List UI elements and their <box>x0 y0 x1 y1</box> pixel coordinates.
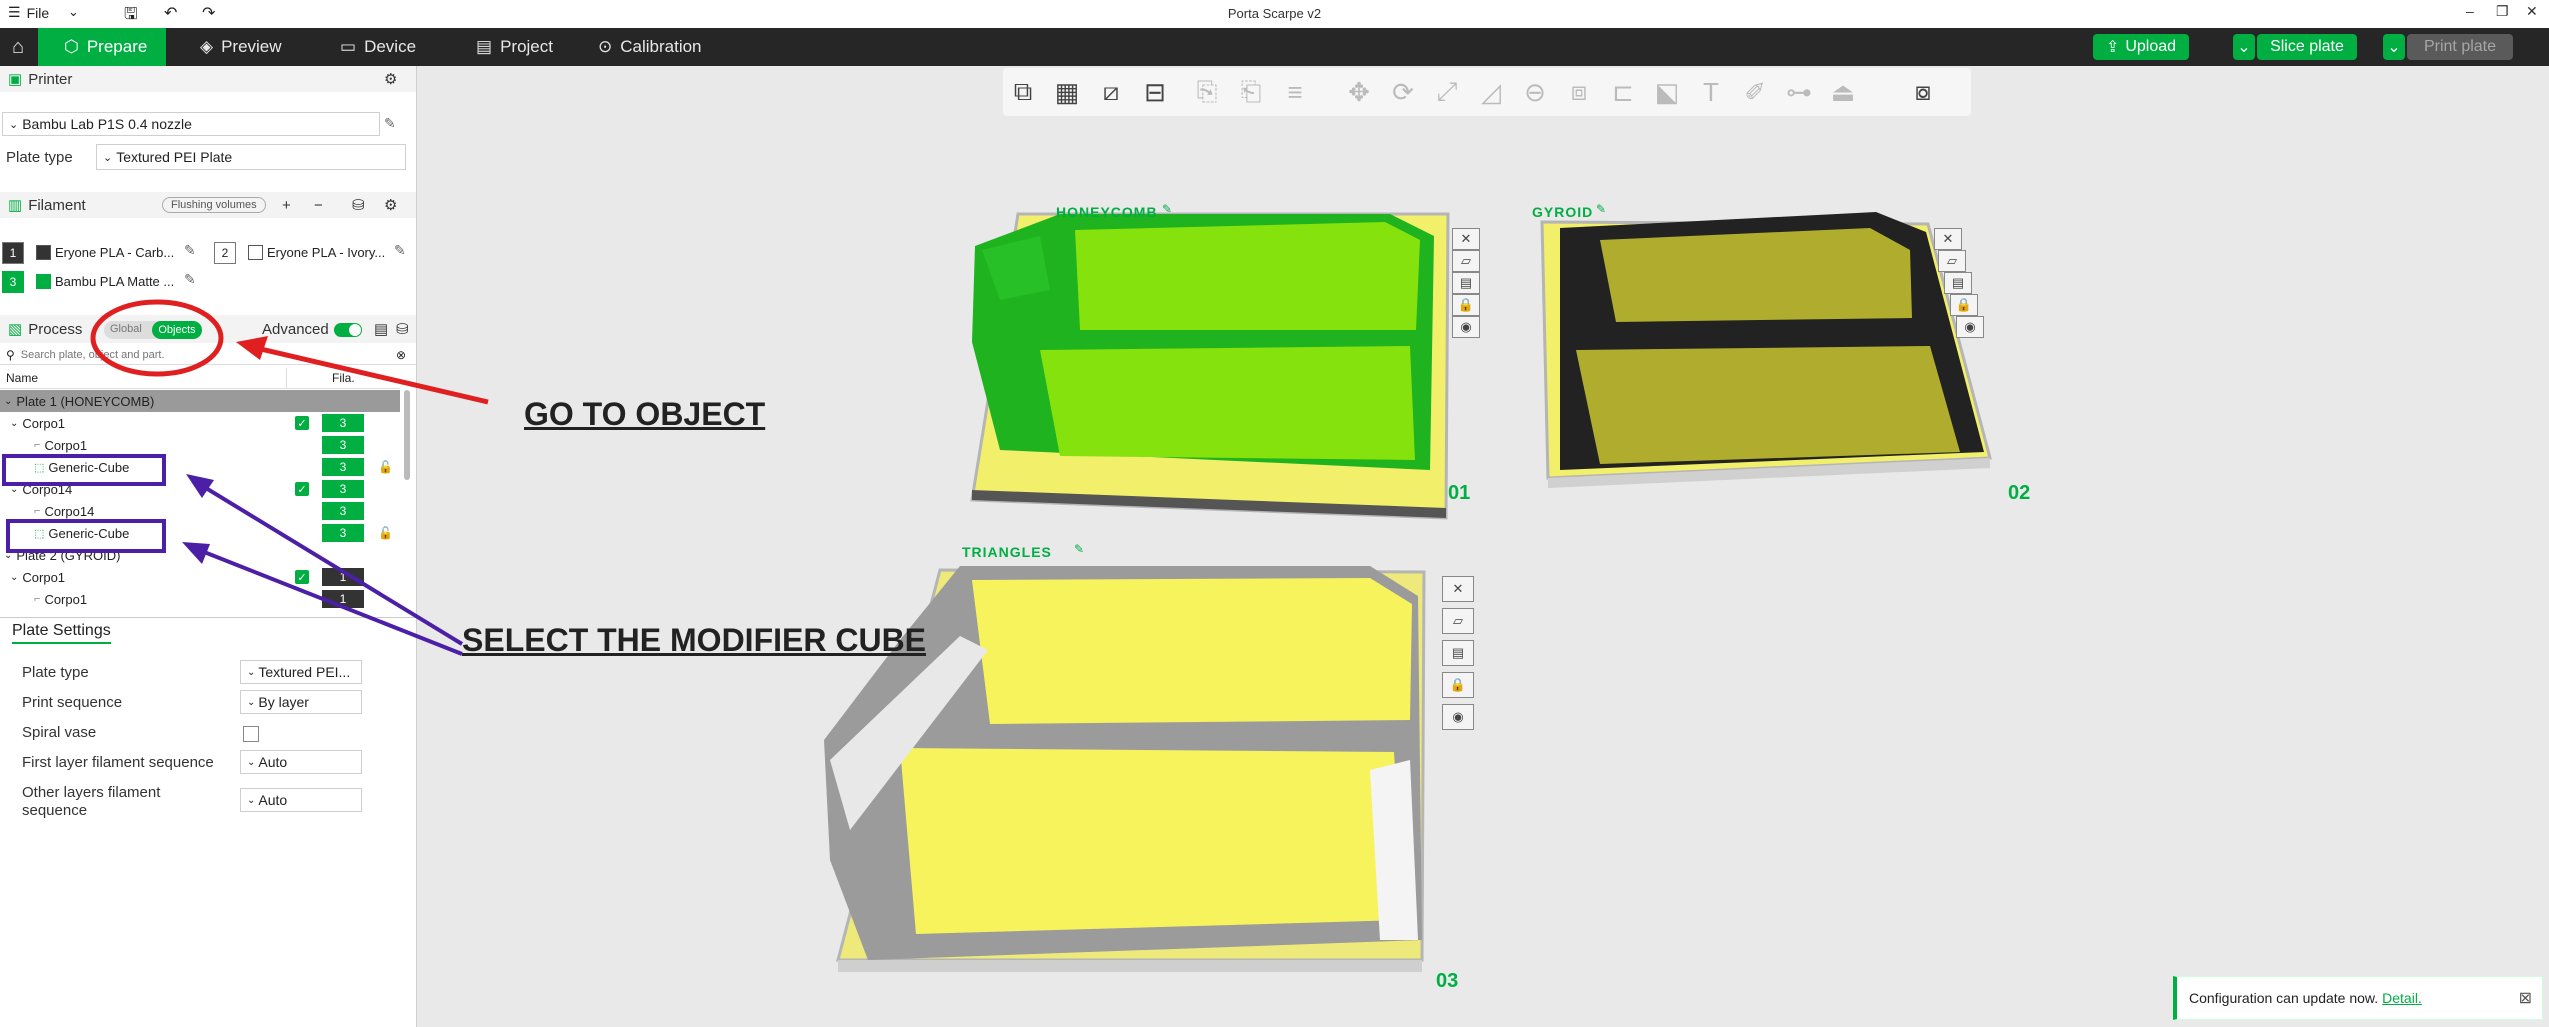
plate-number: 03 <box>1436 970 1459 992</box>
notification-detail-link[interactable]: Detail. <box>2382 990 2422 1006</box>
plate-edge <box>838 960 1422 972</box>
plates-scene <box>2 212 1992 972</box>
arrange-plate-icon[interactable]: ▤ <box>1944 272 1972 294</box>
model-top-surface <box>1600 228 1912 322</box>
edit-icon[interactable]: ✎ <box>1074 542 1084 556</box>
edit-icon[interactable]: ✎ <box>1596 202 1606 216</box>
plate-01[interactable] <box>970 212 1450 520</box>
plate-number: 02 <box>2008 482 2031 504</box>
model-top-surface <box>972 578 1412 724</box>
arrange-plate-icon[interactable]: ▤ <box>1442 640 1474 666</box>
close-icon[interactable]: ⊠ <box>2519 988 2532 1008</box>
annotation-circle <box>90 299 224 377</box>
plate-settings-icon[interactable]: ◉ <box>1452 316 1480 338</box>
plate-name-label[interactable]: TRIANGLES <box>962 544 1052 560</box>
edit-icon[interactable]: ✎ <box>1162 202 1172 216</box>
annotation-box <box>6 519 166 553</box>
pick-plate-icon[interactable]: ▱ <box>1938 250 1966 272</box>
update-notification: Configuration can update now. Detail. ⊠ <box>2173 976 2543 1020</box>
lock-plate-icon[interactable]: 🔒 <box>1442 672 1474 698</box>
annotation-arrow-red <box>247 343 489 405</box>
plate-02[interactable] <box>1540 212 1992 488</box>
annotation-go-to-object: GO TO OBJECT <box>524 396 766 432</box>
annotation-box <box>2 454 166 486</box>
pick-plate-icon[interactable]: ▱ <box>1452 250 1480 272</box>
arrowhead <box>182 542 210 564</box>
arrange-plate-icon[interactable]: ▤ <box>1452 272 1480 294</box>
arrowhead <box>236 336 268 360</box>
close-plate-icon[interactable]: ✕ <box>1452 228 1480 250</box>
plate-number: 01 <box>1448 482 1471 504</box>
pick-plate-icon[interactable]: ▱ <box>1442 608 1474 634</box>
close-plate-icon[interactable]: ✕ <box>1442 576 1474 602</box>
plate-settings-icon[interactable]: ◉ <box>1956 316 1984 338</box>
plate-name-label[interactable]: HONEYCOMB <box>1056 204 1158 220</box>
model-top-surface <box>1075 222 1420 330</box>
model-top-surface <box>1576 346 1960 464</box>
notification-text: Configuration can update now. <box>2189 990 2379 1006</box>
annotation-select-modifier: SELECT THE MODIFIER CUBE <box>462 622 927 658</box>
plate-name-label[interactable]: GYROID <box>1532 204 1593 220</box>
plate-settings-icon[interactable]: ◉ <box>1442 704 1474 730</box>
arrowhead <box>186 474 214 498</box>
close-plate-icon[interactable]: ✕ <box>1934 228 1962 250</box>
model-top-surface <box>1040 346 1415 460</box>
model-top-surface <box>900 748 1404 934</box>
lock-plate-icon[interactable]: 🔒 <box>1452 294 1480 316</box>
lock-plate-icon[interactable]: 🔒 <box>1950 294 1978 316</box>
